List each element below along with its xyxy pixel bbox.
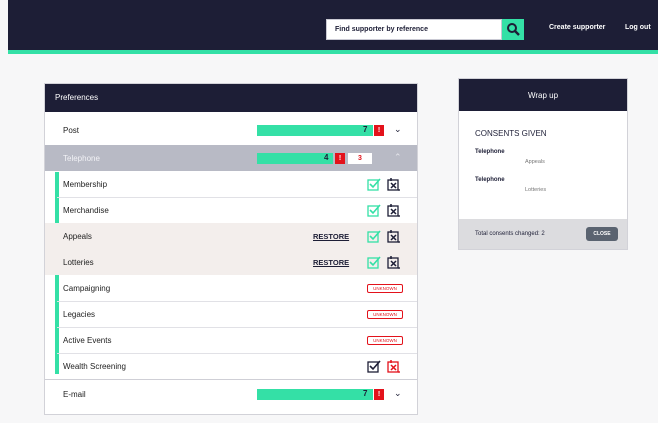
checkbox-checked-icon[interactable]: [367, 203, 381, 217]
consent-progress-bar: [257, 125, 373, 136]
item-label: Appeals: [63, 232, 92, 241]
supporter-search-input[interactable]: Find supporter by reference: [326, 19, 502, 40]
unknown-status-badge: UNKNOWN: [367, 284, 403, 293]
reject-box-icon[interactable]: [387, 203, 401, 217]
consent-count: 7: [363, 125, 368, 134]
search-icon: [507, 23, 520, 36]
preferences-panel: Preferences Post 7 ! ⌄ Telephone 4 ! 3 ⌃…: [44, 83, 418, 415]
list-item-lotteries: Lotteries RESTORE: [45, 249, 417, 275]
warning-badge: !: [374, 125, 384, 136]
item-label: Active Events: [63, 336, 112, 345]
consent-progress-bar: [257, 389, 373, 400]
list-item-appeals: Appeals RESTORE: [45, 223, 417, 249]
checkbox-checked-icon[interactable]: [367, 255, 381, 269]
list-item-membership: Membership: [45, 171, 417, 197]
reject-box-icon[interactable]: [387, 255, 401, 269]
list-item-wealth-screening: Wealth Screening: [45, 353, 417, 379]
reject-box-icon[interactable]: [387, 177, 401, 191]
consent-channel-label: Telephone: [475, 177, 505, 183]
chevron-up-icon[interactable]: ⌃: [394, 152, 402, 163]
unknown-status-badge: UNKNOWN: [367, 310, 403, 319]
item-label: Lotteries: [63, 258, 94, 267]
page: Find supporter by reference Create suppo…: [0, 0, 658, 423]
consents-given-title: CONSENTS GIVEN: [475, 129, 547, 138]
wrap-up-footer: Total consents changed: 2 CLOSE: [459, 219, 627, 249]
consent-count: 4: [324, 153, 329, 162]
item-label: Legacies: [63, 310, 96, 319]
item-label: Wealth Screening: [63, 362, 126, 371]
checkbox-checked-icon[interactable]: [367, 359, 381, 373]
list-item-legacies: Legacies UNKNOWN: [45, 301, 417, 327]
chevron-down-icon[interactable]: ⌄: [394, 124, 402, 135]
restore-link[interactable]: RESTORE: [313, 232, 349, 241]
channel-label: E-mail: [63, 390, 86, 399]
consent-value: Lotteries: [525, 187, 547, 193]
consent-value: Appeals: [525, 159, 545, 165]
item-label: Merchandise: [63, 206, 109, 215]
list-item-active-events: Active Events UNKNOWN: [45, 327, 417, 353]
top-bar-accent-line: [8, 50, 658, 54]
item-label: Campaigning: [63, 284, 111, 293]
checkbox-checked-icon[interactable]: [367, 229, 381, 243]
channel-row-email[interactable]: E-mail 7 ! ⌄: [45, 381, 417, 407]
unknown-status-badge: UNKNOWN: [367, 336, 403, 345]
warning-badge: !: [374, 389, 384, 400]
changed-count-badge: 3: [348, 153, 372, 164]
consent-progress-bar: [257, 153, 333, 164]
channel-label: Post: [63, 126, 80, 135]
warning-badge: !: [335, 153, 345, 164]
restore-link[interactable]: RESTORE: [313, 258, 349, 267]
list-item-merchandise: Merchandise: [45, 197, 417, 223]
wrap-up-header: Wrap up: [459, 79, 627, 111]
preferences-header: Preferences: [45, 84, 417, 112]
checkbox-checked-icon[interactable]: [367, 177, 381, 191]
consent-channel-label: Telephone: [475, 149, 505, 155]
reject-box-icon[interactable]: [387, 229, 401, 243]
close-button[interactable]: CLOSE: [586, 227, 618, 241]
preferences-title: Preferences: [55, 93, 99, 102]
list-item-campaigning: Campaigning UNKNOWN: [45, 275, 417, 301]
chevron-down-icon[interactable]: ⌄: [394, 388, 402, 399]
reject-box-icon[interactable]: [387, 359, 401, 373]
create-supporter-link[interactable]: Create supporter: [549, 24, 605, 31]
channel-label: Telephone: [63, 154, 100, 163]
wrap-up-panel: Wrap up CONSENTS GIVEN Telephone Appeals…: [458, 78, 628, 250]
section-divider: [45, 379, 417, 380]
total-consents-changed: Total consents changed: 2: [475, 231, 545, 237]
log-out-link[interactable]: Log out: [625, 24, 651, 31]
channel-row-post[interactable]: Post 7 ! ⌄: [45, 117, 417, 143]
channel-row-telephone[interactable]: Telephone 4 ! 3 ⌃: [45, 145, 417, 171]
search-button[interactable]: [502, 19, 524, 40]
item-label: Membership: [63, 180, 108, 189]
consent-count: 7: [363, 389, 368, 398]
wrap-up-title: Wrap up: [527, 91, 559, 100]
